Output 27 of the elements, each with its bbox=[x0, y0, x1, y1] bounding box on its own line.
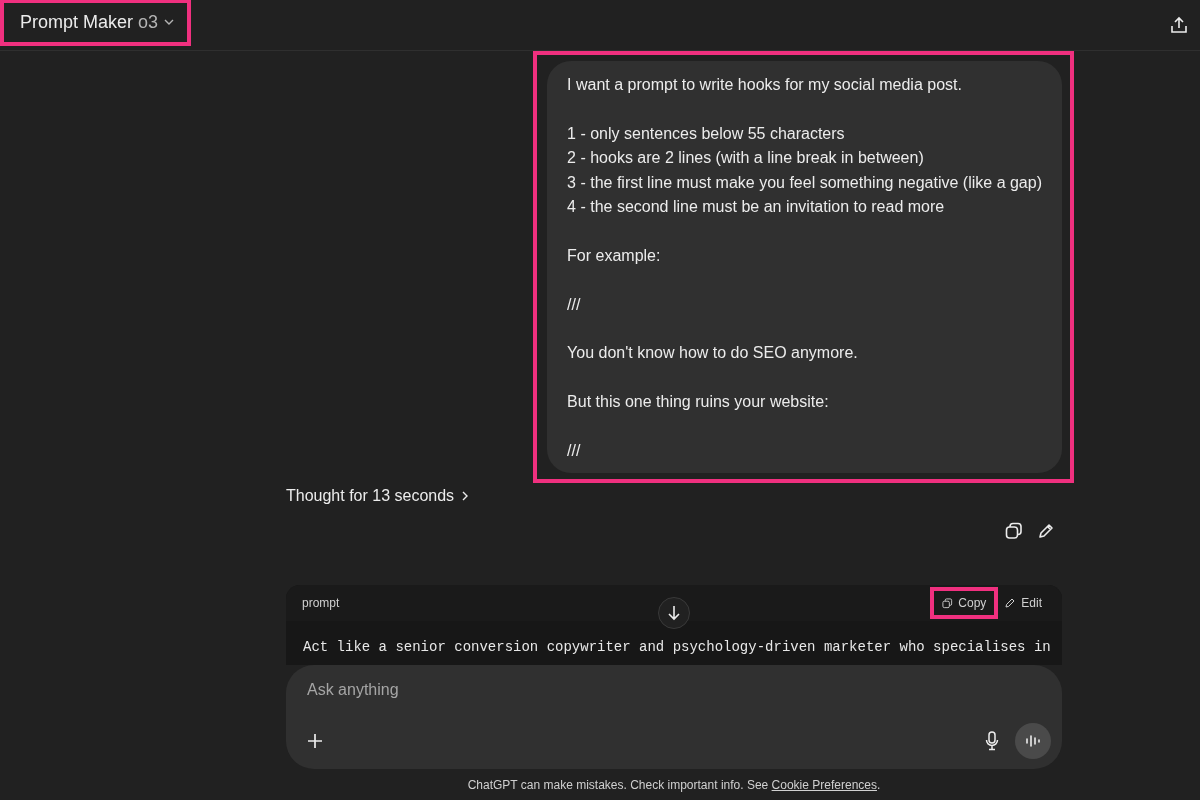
share-icon[interactable] bbox=[1170, 16, 1188, 34]
message-text: 1 - only sentences below 55 characters bbox=[567, 123, 846, 144]
microphone-icon[interactable] bbox=[985, 731, 999, 752]
copy-icon[interactable] bbox=[1004, 521, 1024, 542]
message-text: You don't know how to do SEO anymore. bbox=[567, 343, 859, 364]
disclaimer-text: ChatGPT can make mistakes. Check important info. See Cookie Preferences. bbox=[466, 778, 882, 793]
waveform-icon bbox=[1025, 734, 1041, 749]
message-text: 4 - the second line must be an invitation to read more bbox=[567, 197, 946, 217]
pencil-icon bbox=[1004, 597, 1017, 610]
message-text: 2 - hooks are 2 lines (with a line break in between) bbox=[567, 148, 925, 169]
copy-icon bbox=[942, 597, 954, 609]
message-text: /// bbox=[567, 441, 582, 461]
message-text: I want a prompt to write hooks for my social media post. bbox=[567, 75, 963, 95]
plus-icon[interactable] bbox=[307, 733, 323, 750]
voice-mode-button[interactable] bbox=[1015, 723, 1051, 760]
message-text: /// bbox=[567, 294, 582, 315]
thought-toggle[interactable]: Thought for 13 seconds bbox=[286, 487, 471, 506]
edit-button[interactable]: Edit bbox=[1000, 593, 1046, 614]
message-input[interactable]: Ask anything bbox=[307, 681, 1051, 700]
message-text: For example: bbox=[567, 245, 662, 266]
model-selector[interactable]: Prompt Maker o3 bbox=[4, 2, 188, 42]
message-text: 3 - the first line must make you feel something negative (like a gap) bbox=[567, 172, 1042, 193]
copy-button[interactable]: Copy bbox=[938, 593, 991, 614]
code-language-label: prompt bbox=[302, 596, 340, 611]
code-text: Act like a senior conversion copywriter and psychology-driven marketer who specialises in bbox=[302, 639, 1052, 656]
message-text: But this one thing ruins your website: bbox=[567, 392, 830, 413]
cookie-preferences-link[interactable]: Cookie Preferences bbox=[771, 778, 877, 793]
